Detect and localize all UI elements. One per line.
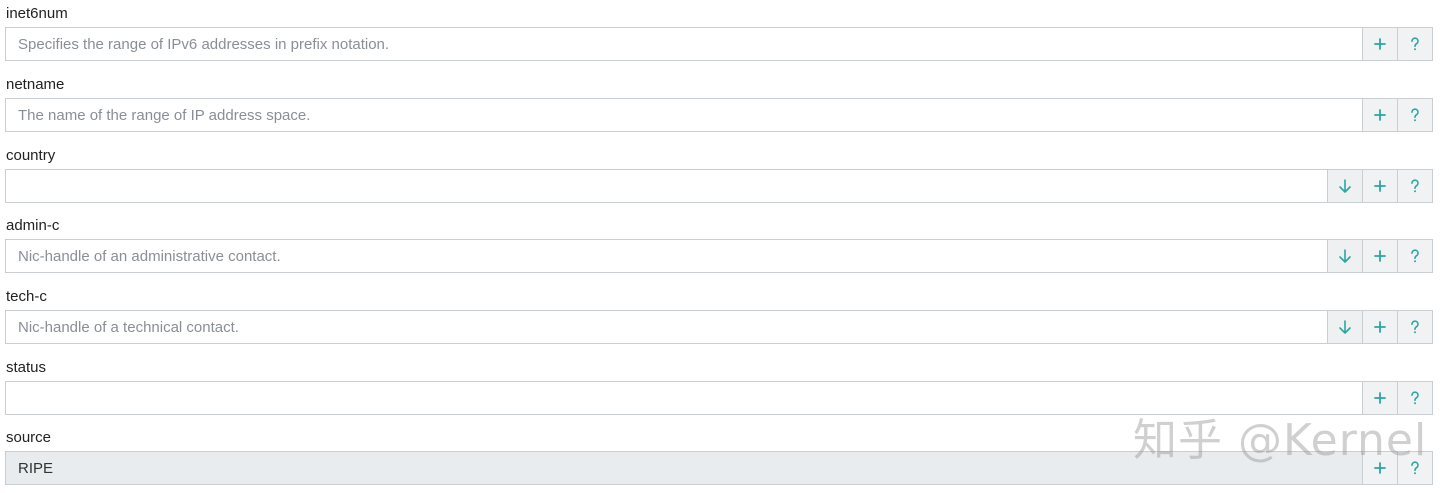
help-button[interactable] [1398, 169, 1433, 203]
question-icon [1411, 108, 1419, 122]
add-attribute-button[interactable] [1363, 98, 1398, 132]
plus-icon [1374, 321, 1386, 333]
dropdown-button[interactable] [1328, 239, 1363, 273]
field-input-group [5, 381, 1433, 415]
plus-icon [1374, 109, 1386, 121]
field-label: country [6, 147, 56, 164]
dropdown-button[interactable] [1328, 169, 1363, 203]
field-label: source [6, 429, 52, 446]
question-icon [1411, 37, 1419, 51]
field-label: tech-c [6, 288, 47, 305]
field-label: inet6num [6, 5, 68, 22]
help-button[interactable] [1398, 98, 1433, 132]
plus-icon [1374, 462, 1386, 474]
field-input-group [5, 27, 1433, 61]
field-source: source [0, 424, 1440, 486]
add-attribute-button[interactable] [1363, 239, 1398, 273]
field-tech-c: tech-c [0, 283, 1440, 345]
field-inet6num: inet6num [0, 0, 1440, 62]
tech-c-input[interactable] [5, 310, 1328, 344]
field-label: netname [6, 76, 65, 93]
plus-icon [1374, 392, 1386, 404]
inet6num-input[interactable] [5, 27, 1363, 61]
arrow-down-icon [1339, 179, 1351, 193]
field-input-group [5, 239, 1433, 273]
question-icon [1411, 320, 1419, 334]
help-button[interactable] [1398, 381, 1433, 415]
help-button[interactable] [1398, 451, 1433, 485]
add-attribute-button[interactable] [1363, 381, 1398, 415]
status-input[interactable] [5, 381, 1363, 415]
field-netname: netname [0, 71, 1440, 133]
field-input-group [5, 451, 1433, 485]
field-admin-c: admin-c [0, 212, 1440, 274]
field-input-group [5, 98, 1433, 132]
question-icon [1411, 461, 1419, 475]
help-button[interactable] [1398, 310, 1433, 344]
plus-icon [1374, 180, 1386, 192]
field-input-group [5, 310, 1433, 344]
source-input[interactable] [5, 451, 1363, 485]
help-button[interactable] [1398, 27, 1433, 61]
plus-icon [1374, 250, 1386, 262]
plus-icon [1374, 38, 1386, 50]
attribute-form: inet6num netname [0, 0, 1440, 493]
help-button[interactable] [1398, 239, 1433, 273]
dropdown-button[interactable] [1328, 310, 1363, 344]
add-attribute-button[interactable] [1363, 169, 1398, 203]
add-attribute-button[interactable] [1363, 310, 1398, 344]
question-icon [1411, 249, 1419, 263]
add-attribute-button[interactable] [1363, 27, 1398, 61]
netname-input[interactable] [5, 98, 1363, 132]
field-country: country [0, 142, 1440, 204]
question-icon [1411, 391, 1419, 405]
country-input[interactable] [5, 169, 1328, 203]
admin-c-input[interactable] [5, 239, 1328, 273]
add-attribute-button[interactable] [1363, 451, 1398, 485]
field-label: status [6, 359, 47, 376]
field-status: status [0, 354, 1440, 416]
field-label: admin-c [6, 217, 60, 234]
field-input-group [5, 169, 1433, 203]
question-icon [1411, 179, 1419, 193]
arrow-down-icon [1339, 320, 1351, 334]
arrow-down-icon [1339, 249, 1351, 263]
